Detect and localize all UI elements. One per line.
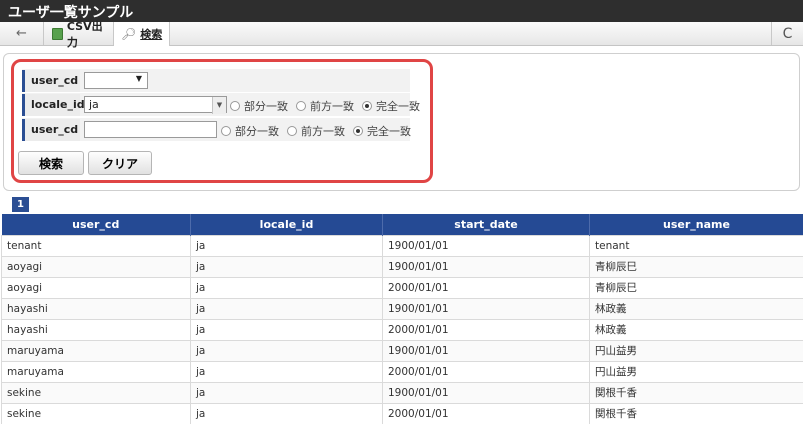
cell-start-date: 1900/01/01 [382, 297, 590, 320]
column-header-user-name[interactable]: user_name [589, 214, 803, 235]
cell-user-cd: aoyagi [1, 255, 191, 278]
cell-user-cd: maruyama [1, 339, 191, 362]
csv-file-icon [52, 27, 63, 40]
cell-user-name: 関根千香 [589, 381, 803, 404]
cell-start-date: 2000/01/01 [382, 276, 590, 299]
table-row[interactable]: hayashi ja 1900/01/01 林政義 [1, 297, 803, 320]
table-row[interactable]: maruyama ja 2000/01/01 円山益男 [1, 360, 803, 383]
cell-start-date: 1900/01/01 [382, 381, 590, 404]
cell-user-cd: maruyama [1, 360, 191, 383]
table-row[interactable]: aoyagi ja 1900/01/01 青柳辰巳 [1, 255, 803, 278]
search-tab-label: 検索 [140, 28, 163, 41]
cell-user-name: 円山益男 [589, 360, 803, 383]
toolbar: ← CSV出力 🔎︎ 検索 C [0, 20, 803, 49]
table-row[interactable]: hayashi ja 2000/01/01 林政義 [1, 318, 803, 341]
cell-user-name: 青柳辰巳 [589, 255, 803, 278]
page-1-button[interactable]: 1 [12, 197, 29, 212]
highlight-frame [11, 59, 433, 183]
cell-user-name: 関根千香 [589, 402, 803, 424]
cell-user-name: 円山益男 [589, 339, 803, 362]
arrow-left-icon: ← [16, 26, 27, 41]
cell-user-cd: aoyagi [1, 276, 191, 299]
table-row[interactable]: tenant ja 1900/01/01 tenant [1, 234, 803, 257]
table-row[interactable]: sekine ja 2000/01/01 関根千香 [1, 402, 803, 424]
search-tab[interactable]: 🔎︎ 検索 [114, 22, 170, 46]
cell-user-cd: sekine [1, 402, 191, 424]
cell-locale-id: ja [190, 318, 383, 341]
cell-locale-id: ja [190, 234, 383, 257]
cell-locale-id: ja [190, 360, 383, 383]
cell-user-cd: hayashi [1, 318, 191, 341]
cell-start-date: 1900/01/01 [382, 234, 590, 257]
table-row[interactable]: maruyama ja 1900/01/01 円山益男 [1, 339, 803, 362]
cell-locale-id: ja [190, 255, 383, 278]
cell-start-date: 2000/01/01 [382, 402, 590, 424]
back-button[interactable]: ← [0, 22, 44, 45]
cell-start-date: 1900/01/01 [382, 255, 590, 278]
cell-user-name: 林政義 [589, 318, 803, 341]
cell-user-name: tenant [589, 234, 803, 257]
cell-start-date: 2000/01/01 [382, 360, 590, 383]
column-header-locale-id[interactable]: locale_id [190, 214, 383, 235]
cell-locale-id: ja [190, 381, 383, 404]
refresh-icon: C [782, 25, 793, 42]
cell-user-cd: tenant [1, 234, 191, 257]
cell-locale-id: ja [190, 402, 383, 424]
csv-export-label: CSV出力 [66, 19, 103, 49]
cell-user-cd: sekine [1, 381, 191, 404]
column-header-start-date[interactable]: start_date [382, 214, 590, 235]
cell-start-date: 1900/01/01 [382, 339, 590, 362]
csv-export-button[interactable]: CSV出力 [44, 20, 114, 49]
cell-locale-id: ja [190, 297, 383, 320]
results-table: user_cd locale_id start_date user_name t… [1, 214, 803, 424]
cell-user-name: 林政義 [589, 297, 803, 320]
window-title: ユーザ一覧サンプル [0, 0, 803, 22]
cell-user-name: 青柳辰巳 [589, 276, 803, 299]
table-header-row: user_cd locale_id start_date user_name [1, 214, 803, 235]
table-row[interactable]: sekine ja 1900/01/01 関根千香 [1, 381, 803, 404]
refresh-button[interactable]: C [771, 22, 803, 45]
table-row[interactable]: aoyagi ja 2000/01/01 青柳辰巳 [1, 276, 803, 299]
magnifier-icon: 🔎︎ [121, 27, 137, 41]
cell-start-date: 2000/01/01 [382, 318, 590, 341]
column-header-user-cd[interactable]: user_cd [1, 214, 191, 235]
cell-locale-id: ja [190, 276, 383, 299]
cell-user-cd: hayashi [1, 297, 191, 320]
cell-locale-id: ja [190, 339, 383, 362]
